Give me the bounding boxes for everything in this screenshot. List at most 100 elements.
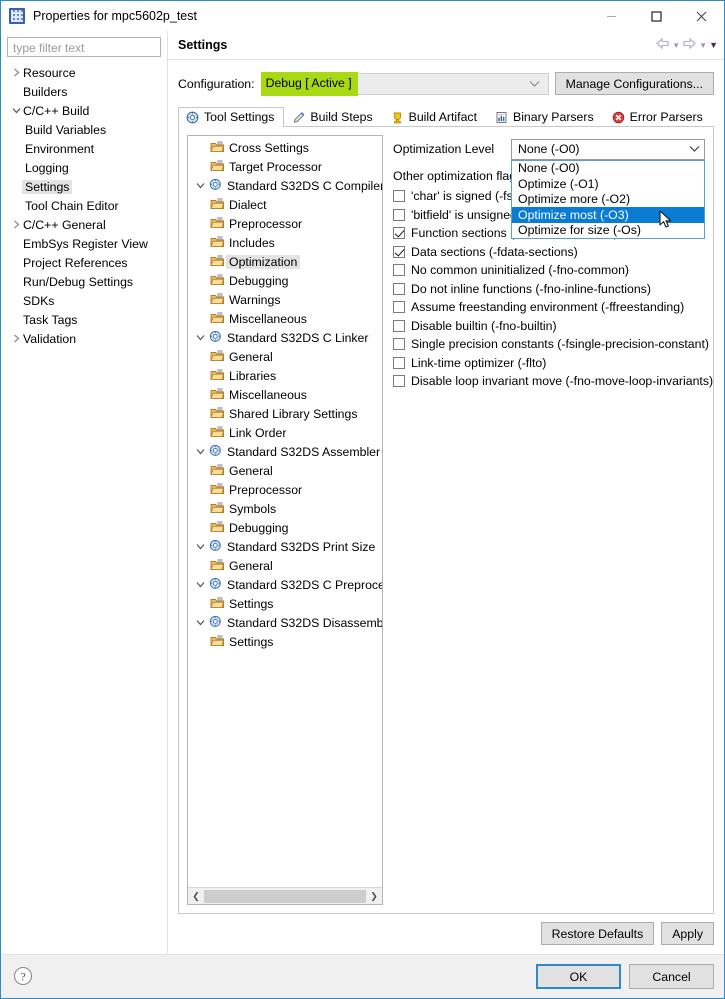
twisty-icon[interactable] <box>9 106 23 115</box>
tool-tree-item-cross-settings[interactable]: Cross Settings <box>188 138 382 157</box>
maximize-button[interactable] <box>634 1 679 31</box>
flag-ffreestanding[interactable]: Assume freestanding environment (-ffrees… <box>393 298 705 317</box>
tool-tree-item-general[interactable]: General <box>188 556 382 575</box>
checkbox[interactable] <box>393 282 405 295</box>
nav-item-settings[interactable]: Settings <box>7 177 161 196</box>
dropdown-option-optimize-for-size-os-[interactable]: Optimize for size (-Os) <box>512 223 704 239</box>
nav-item-c-c-build[interactable]: C/C++ Build <box>7 101 161 120</box>
tool-tree-item-standard-s32ds-assembler[interactable]: Standard S32DS Assembler <box>188 442 382 461</box>
tool-tree-item-settings[interactable]: Settings <box>188 594 382 613</box>
scroll-right-icon[interactable]: ❯ <box>366 889 382 904</box>
optimization-level-dropdown[interactable]: None (-O0) Optimize (-O1) Optimize more (-… <box>511 159 705 239</box>
tool-tree-item-standard-s32ds-c-linker[interactable]: Standard S32DS C Linker <box>188 328 382 347</box>
dropdown-option-none-o0-[interactable]: None (-O0) <box>512 161 704 177</box>
scroll-track[interactable] <box>204 888 366 904</box>
checkbox[interactable] <box>393 338 405 351</box>
tool-tree-item-shared-library-settings[interactable]: Shared Library Settings <box>188 404 382 423</box>
filter-input[interactable]: type filter text <box>7 37 161 57</box>
nav-item-sdks[interactable]: SDKs <box>7 291 161 310</box>
twisty-icon[interactable] <box>9 334 23 343</box>
checkbox[interactable] <box>393 375 405 388</box>
nav-item-c-c-general[interactable]: C/C++ General <box>7 215 161 234</box>
twisty-icon[interactable] <box>192 181 208 190</box>
checkbox[interactable] <box>393 227 405 240</box>
tool-tree-item-standard-s32ds-disassembler[interactable]: Standard S32DS Disassembler <box>188 613 382 632</box>
nav-item-project-references[interactable]: Project References <box>7 253 161 272</box>
scroll-left-icon[interactable]: ❮ <box>188 889 204 904</box>
tool-tree-item-miscellaneous[interactable]: Miscellaneous <box>188 309 382 328</box>
twisty-icon[interactable] <box>9 220 23 229</box>
tool-tree-item-settings[interactable]: Settings <box>188 632 382 651</box>
flag-fno-builtin[interactable]: Disable builtin (-fno-builtin) <box>393 317 705 336</box>
optimization-level-select[interactable]: None (-O0) <box>511 138 705 160</box>
manage-configurations-button[interactable]: Manage Configurations... <box>554 72 714 95</box>
nav-item-embsys-register-view[interactable]: EmbSys Register View <box>7 234 161 253</box>
twisty-icon[interactable] <box>192 580 208 589</box>
checkbox[interactable] <box>393 356 405 369</box>
dropdown-option-optimize-most-o3-[interactable]: Optimize most (-O3) <box>512 207 704 223</box>
nav-item-builders[interactable]: Builders <box>7 82 161 101</box>
nav-item-run-debug-settings[interactable]: Run/Debug Settings <box>7 272 161 291</box>
page-menu-caret-icon[interactable]: ▼ <box>709 40 718 50</box>
tool-tree-item-warnings[interactable]: Warnings <box>188 290 382 309</box>
tool-tree-item-libraries[interactable]: Libraries <box>188 366 382 385</box>
tool-tree-item-standard-s32ds-print-size[interactable]: Standard S32DS Print Size <box>188 537 382 556</box>
tool-tree-item-preprocessor[interactable]: Preprocessor <box>188 480 382 499</box>
nav-item-logging[interactable]: Logging <box>7 158 161 177</box>
nav-item-environment[interactable]: Environment <box>7 139 161 158</box>
tool-tree-item-standard-s32ds-c-preprocessor[interactable]: Standard S32DS C Preprocessor <box>188 575 382 594</box>
tool-tree-item-miscellaneous[interactable]: Miscellaneous <box>188 385 382 404</box>
nav-item-resource[interactable]: Resource <box>7 63 161 82</box>
nav-item-tool-chain-editor[interactable]: Tool Chain Editor <box>7 196 161 215</box>
tool-tree[interactable]: Cross Settings Target Processor Standard S… <box>188 136 382 887</box>
restore-defaults-button[interactable]: Restore Defaults <box>540 922 655 945</box>
twisty-icon[interactable] <box>192 333 208 342</box>
nav-item-task-tags[interactable]: Task Tags <box>7 310 161 329</box>
scroll-thumb[interactable] <box>204 889 366 903</box>
dropdown-option-optimize-o1-[interactable]: Optimize (-O1) <box>512 176 704 192</box>
checkbox[interactable] <box>393 208 405 221</box>
tool-tree-item-link-order[interactable]: Link Order <box>188 423 382 442</box>
forward-dropdown-caret-icon[interactable]: ▼ <box>699 41 707 50</box>
twisty-icon[interactable] <box>192 618 208 627</box>
cancel-button[interactable]: Cancel <box>629 964 714 989</box>
flag-fno-inline-functions[interactable]: Do not inline functions (-fno-inline-fun… <box>393 280 705 299</box>
tool-tree-hscrollbar[interactable]: ❮ ❯ <box>188 887 382 904</box>
back-arrow-icon[interactable] <box>655 37 670 53</box>
minimize-button[interactable] <box>589 1 634 31</box>
nav-item-build-variables[interactable]: Build Variables <box>7 120 161 139</box>
tab-build-artifact[interactable]: Build Artifact <box>383 107 487 127</box>
tool-tree-item-includes[interactable]: Includes <box>188 233 382 252</box>
tab-error-parsers[interactable]: Error Parsers <box>604 107 713 127</box>
checkbox[interactable] <box>393 319 405 332</box>
back-dropdown-caret-icon[interactable]: ▼ <box>672 41 680 50</box>
checkbox[interactable] <box>393 264 405 277</box>
tab-binary-parsers[interactable]: Binary Parsers <box>487 107 604 127</box>
flag-flto[interactable]: Link-time optimizer (-flto) <box>393 354 705 373</box>
forward-arrow-icon[interactable] <box>682 37 697 53</box>
settings-nav-tree[interactable]: Resource Builders C/C++ Build Build Variabl… <box>7 63 161 954</box>
checkbox[interactable] <box>393 245 405 258</box>
tool-tree-item-optimization[interactable]: Optimization <box>188 252 382 271</box>
checkbox[interactable] <box>393 190 405 203</box>
tool-tree-item-debugging[interactable]: Debugging <box>188 271 382 290</box>
tool-tree-item-standard-s32ds-c-compiler[interactable]: Standard S32DS C Compiler <box>188 176 382 195</box>
configuration-combo[interactable]: Debug [ Active ] <box>260 71 549 96</box>
tab-build-steps[interactable]: Build Steps <box>284 107 382 127</box>
help-icon[interactable]: ? <box>13 966 33 986</box>
checkbox[interactable] <box>393 301 405 314</box>
tool-tree-item-general[interactable]: General <box>188 347 382 366</box>
flag-fdata-sections[interactable]: Data sections (-fdata-sections) <box>393 243 705 262</box>
flag-fsingle-precision-constant[interactable]: Single precision constants (-fsingle-pre… <box>393 335 709 354</box>
nav-item-validation[interactable]: Validation <box>7 329 161 348</box>
tool-tree-item-symbols[interactable]: Symbols <box>188 499 382 518</box>
dropdown-option-optimize-more-o2-[interactable]: Optimize more (-O2) <box>512 192 704 208</box>
flag-fno-common[interactable]: No common uninitialized (-fno-common) <box>393 261 705 280</box>
tool-tree-item-debugging[interactable]: Debugging <box>188 518 382 537</box>
ok-button[interactable]: OK <box>536 964 621 989</box>
close-button[interactable] <box>679 1 724 31</box>
tool-tree-item-preprocessor[interactable]: Preprocessor <box>188 214 382 233</box>
tool-tree-item-target-processor[interactable]: Target Processor <box>188 157 382 176</box>
twisty-icon[interactable] <box>192 542 208 551</box>
tool-tree-item-dialect[interactable]: Dialect <box>188 195 382 214</box>
